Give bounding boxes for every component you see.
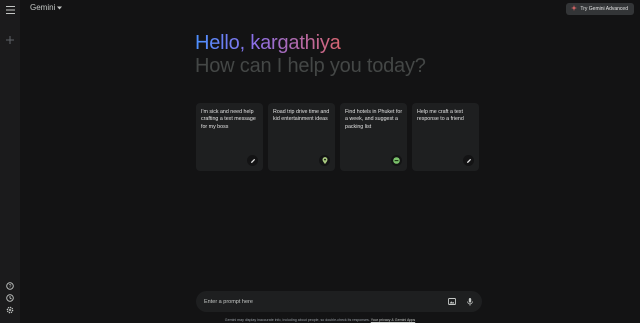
greeting-hello: Hello, kargathiya — [195, 32, 341, 54]
new-chat-icon[interactable] — [4, 34, 16, 46]
suggestion-text: Road trip drive time and kid entertainme… — [273, 109, 330, 123]
suggestion-card[interactable]: Find hotels in Phuket for a week, and su… — [340, 103, 407, 171]
prompt-bar — [196, 291, 482, 312]
suggestion-text: I'm sick and need help crafting a text m… — [201, 109, 256, 130]
hotel-icon — [391, 155, 402, 166]
side-rail: ? — [0, 0, 20, 323]
suggestion-card[interactable]: I'm sick and need help crafting a text m… — [196, 103, 263, 171]
disclaimer-text: Gemini may display inaccurate info, incl… — [224, 318, 370, 322]
suggestion-card[interactable]: Road trip drive time and kid entertainme… — [268, 103, 335, 171]
settings-gear-icon[interactable] — [4, 304, 16, 316]
disclaimer-footer: Gemini may display inaccurate info, incl… — [0, 318, 640, 322]
edit-pencil-icon — [463, 155, 474, 166]
microphone-icon[interactable] — [464, 296, 475, 307]
suggestion-text: Find hotels in Phuket for a week, and su… — [345, 109, 403, 130]
greeting-subtitle: How can I help you today? — [195, 55, 426, 77]
edit-pencil-icon — [247, 155, 258, 166]
prompt-input[interactable] — [204, 295, 424, 308]
chevron-down-icon — [57, 3, 63, 12]
suggestion-card[interactable]: Help me craft a text response to a frien… — [412, 103, 479, 171]
suggestion-text: Help me craft a text response to a frien… — [417, 109, 464, 123]
activity-icon[interactable] — [4, 292, 16, 304]
menu-icon[interactable] — [4, 4, 16, 16]
map-pin-icon — [319, 155, 330, 166]
model-switcher[interactable]: Gemini — [30, 3, 63, 12]
try-advanced-button[interactable]: Try Gemini Advanced — [566, 3, 634, 15]
top-bar: Gemini Try Gemini Advanced — [20, 0, 640, 18]
advanced-label: Try Gemini Advanced — [580, 6, 628, 12]
sparkle-icon — [571, 5, 578, 13]
help-icon[interactable]: ? — [4, 280, 16, 292]
image-upload-icon[interactable] — [446, 296, 457, 307]
app-name: Gemini — [30, 3, 56, 12]
svg-text:?: ? — [9, 284, 12, 290]
privacy-link[interactable]: Your privacy & Gemini Apps — [371, 318, 415, 322]
